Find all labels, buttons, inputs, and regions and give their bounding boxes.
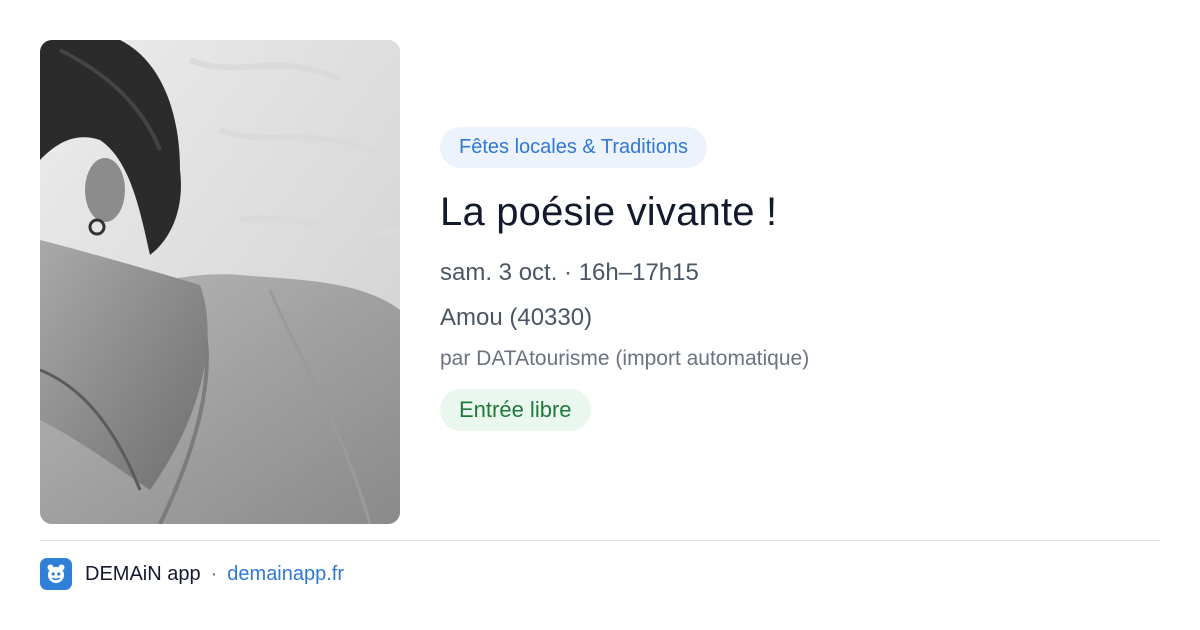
event-photo — [40, 40, 400, 524]
demain-logo-icon — [40, 558, 72, 590]
footer: DEMAiN app · demainapp.fr — [40, 558, 344, 590]
category-tag[interactable]: Fêtes locales & Traditions — [440, 127, 707, 168]
site-link[interactable]: demainapp.fr — [227, 563, 344, 586]
price-badge: Entrée libre — [440, 389, 591, 431]
event-info: Fêtes locales & Traditions La poésie viv… — [440, 127, 1160, 431]
event-title: La poésie vivante ! — [440, 190, 778, 234]
footer-separator: · — [210, 562, 218, 585]
app-name: DEMAiN app — [85, 562, 201, 585]
portrait-photo — [40, 40, 400, 524]
event-organizer: par DATAtourisme (import automatique) — [440, 347, 810, 370]
event-datetime: sam. 3 oct. · 16h–17h15 — [440, 259, 699, 286]
footer-divider — [40, 540, 1160, 541]
event-location: Amou (40330) — [440, 304, 593, 331]
